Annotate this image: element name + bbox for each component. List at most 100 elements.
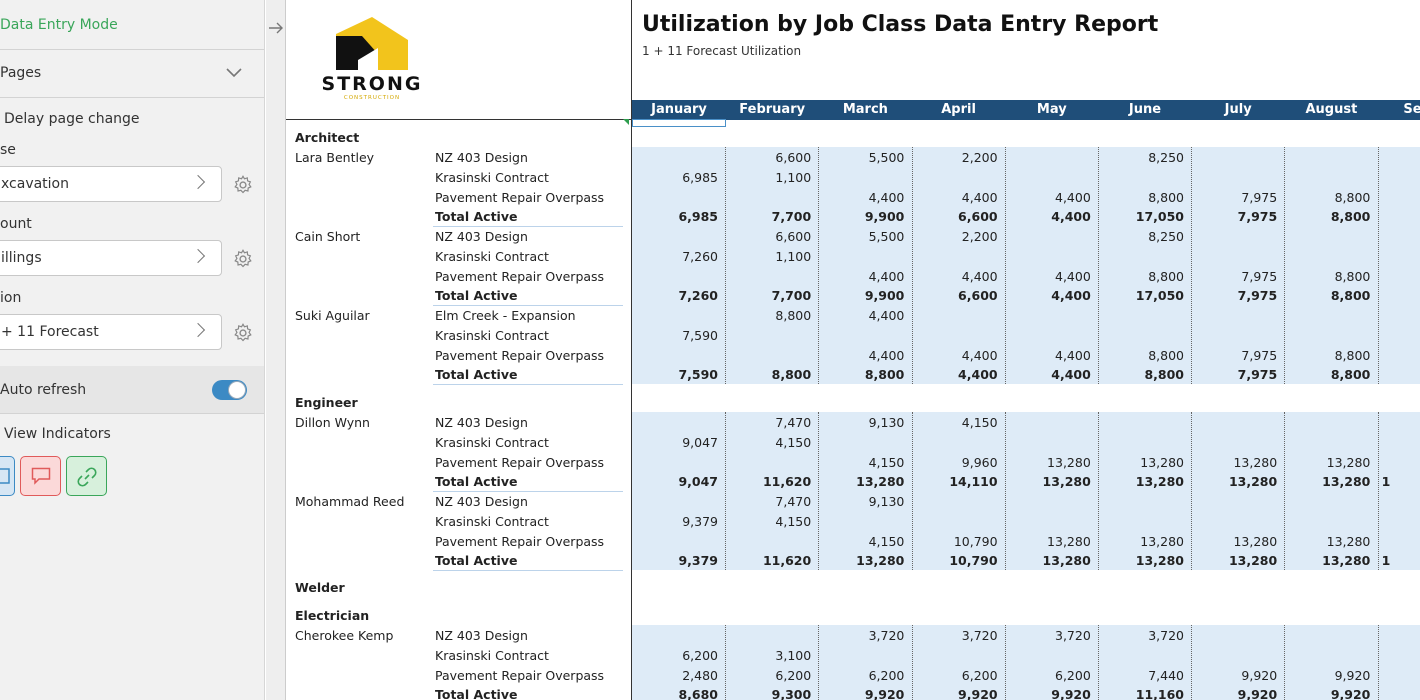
- data-entry-cell[interactable]: 1,100: [726, 249, 811, 264]
- data-entry-cell[interactable]: 7,975: [1192, 190, 1277, 205]
- version-select[interactable]: + 11 Forecast: [0, 314, 222, 350]
- indicator-comment-button[interactable]: [20, 456, 61, 496]
- report-canvas: STRONG CONSTRUCTION Utilization by Job C…: [286, 0, 1420, 700]
- data-entry-cell[interactable]: 9,130: [819, 415, 905, 430]
- data-entry-cell[interactable]: 4,400: [1006, 190, 1091, 205]
- data-entry-cell[interactable]: 9,960: [913, 455, 998, 470]
- data-entry-cell[interactable]: 8,800: [1285, 348, 1371, 363]
- indicator-box-button[interactable]: [0, 456, 15, 496]
- data-entry-cell[interactable]: 3,720: [913, 628, 998, 643]
- total-cell: 7,975: [1237, 209, 1278, 225]
- gear-icon[interactable]: [232, 322, 254, 344]
- gear-icon[interactable]: [232, 248, 254, 270]
- data-entry-cell[interactable]: 13,280: [1192, 534, 1277, 549]
- data-entry-cell[interactable]: 4,150: [819, 534, 905, 549]
- data-entry-cell[interactable]: 4,150: [819, 455, 905, 470]
- column-divider: [1377, 147, 1379, 384]
- total-cell: 8,800: [864, 367, 905, 383]
- data-entry-cell[interactable]: 6,200: [633, 648, 718, 663]
- auto-refresh-toggle[interactable]: [212, 380, 247, 400]
- total-active-label: Total Active: [435, 288, 518, 304]
- data-entry-cell[interactable]: 4,400: [913, 348, 998, 363]
- data-entry-cell[interactable]: 4,400: [819, 269, 905, 284]
- data-entry-cell[interactable]: 5,500: [819, 229, 905, 244]
- data-entry-cell[interactable]: 13,280: [1099, 534, 1184, 549]
- data-entry-cell[interactable]: 8,250: [1099, 150, 1184, 165]
- data-entry-cell[interactable]: 8,800: [1099, 348, 1184, 363]
- data-entry-mode-link[interactable]: Data Entry Mode: [0, 17, 264, 33]
- data-entry-cell[interactable]: 6,200: [819, 668, 905, 683]
- data-entry-cell[interactable]: 13,280: [1006, 455, 1091, 470]
- data-entry-cell[interactable]: 8,800: [1285, 269, 1371, 284]
- data-entry-cell[interactable]: 9,920: [1285, 668, 1371, 683]
- collapse-panel-bar[interactable]: [266, 0, 286, 700]
- row-divider: [433, 384, 623, 386]
- data-entry-cell[interactable]: 4,400: [819, 308, 905, 323]
- gear-icon[interactable]: [232, 174, 254, 196]
- chevron-right-icon: [190, 322, 206, 338]
- data-entry-cell[interactable]: 8,250: [1099, 229, 1184, 244]
- data-entry-cell[interactable]: 13,280: [1285, 455, 1371, 470]
- data-entry-cell[interactable]: 3,720: [1099, 628, 1184, 643]
- total-cell: 13,280: [1042, 474, 1091, 490]
- data-entry-cell[interactable]: 3,720: [1006, 628, 1091, 643]
- total-cell: 6,985: [678, 209, 718, 225]
- data-entry-cell[interactable]: 8,800: [1099, 190, 1184, 205]
- month-header-cell: March: [842, 102, 888, 117]
- total-cell: 9,047: [678, 474, 718, 490]
- data-entry-cell[interactable]: 9,130: [819, 494, 905, 509]
- data-entry-cell[interactable]: 2,200: [913, 150, 998, 165]
- total-cell: 13,280: [1228, 553, 1278, 569]
- data-entry-cell[interactable]: 6,200: [913, 668, 998, 683]
- data-entry-cell[interactable]: 4,400: [819, 348, 905, 363]
- chevron-right-icon: [190, 248, 206, 264]
- delay-page-change-option[interactable]: Delay page change: [0, 111, 264, 127]
- data-entry-cell[interactable]: 4,400: [1006, 269, 1091, 284]
- data-entry-cell[interactable]: 9,920: [1192, 668, 1277, 683]
- svg-text:CONSTRUCTION: CONSTRUCTION: [344, 95, 400, 101]
- pages-section-header[interactable]: Pages: [0, 65, 264, 81]
- data-entry-cell[interactable]: 7,470: [726, 494, 811, 509]
- data-entry-cell[interactable]: 7,590: [633, 328, 718, 343]
- data-entry-cell[interactable]: 3,100: [726, 648, 811, 663]
- selected-cell[interactable]: [632, 119, 726, 127]
- data-entry-cell[interactable]: 5,500: [819, 150, 905, 165]
- data-entry-cell[interactable]: 1,100: [726, 170, 811, 185]
- month-header-cell: April: [941, 102, 976, 117]
- data-entry-cell[interactable]: 9,379: [633, 514, 718, 529]
- data-entry-cell[interactable]: 4,150: [913, 415, 998, 430]
- arrow-right-icon[interactable]: [268, 21, 284, 35]
- data-entry-cell[interactable]: 4,150: [726, 514, 811, 529]
- data-entry-cell[interactable]: 8,800: [1099, 269, 1184, 284]
- data-entry-cell[interactable]: 2,200: [913, 229, 998, 244]
- data-entry-cell[interactable]: 7,260: [633, 249, 718, 264]
- data-entry-cell[interactable]: 7,470: [726, 415, 811, 430]
- data-entry-cell[interactable]: 2,480: [633, 668, 718, 683]
- account-select[interactable]: illings: [0, 240, 222, 276]
- data-entry-cell[interactable]: 13,280: [1099, 455, 1184, 470]
- data-entry-cell[interactable]: 6,200: [726, 668, 811, 683]
- data-entry-cell[interactable]: 4,150: [726, 435, 811, 450]
- data-entry-cell[interactable]: 7,975: [1192, 269, 1277, 284]
- data-entry-cell[interactable]: 13,280: [1192, 455, 1277, 470]
- data-entry-cell[interactable]: 6,600: [726, 150, 811, 165]
- data-entry-cell[interactable]: 4,400: [819, 190, 905, 205]
- data-entry-cell[interactable]: 6,985: [633, 170, 718, 185]
- data-entry-cell[interactable]: 7,975: [1192, 348, 1277, 363]
- data-entry-cell[interactable]: 4,400: [913, 190, 998, 205]
- data-entry-cell[interactable]: 13,280: [1006, 534, 1091, 549]
- data-entry-cell[interactable]: 7,440: [1099, 668, 1184, 683]
- data-entry-cell[interactable]: 6,200: [1006, 668, 1091, 683]
- indicator-link-button[interactable]: [66, 456, 107, 496]
- total-cell: 17,050: [1135, 209, 1184, 225]
- data-entry-cell[interactable]: 4,400: [913, 269, 998, 284]
- data-entry-cell[interactable]: 3,720: [819, 628, 905, 643]
- data-entry-cell[interactable]: 9,047: [633, 435, 718, 450]
- data-entry-cell[interactable]: 8,800: [726, 308, 811, 323]
- data-entry-cell[interactable]: 4,400: [1006, 348, 1091, 363]
- data-entry-cell[interactable]: 6,600: [726, 229, 811, 244]
- data-entry-cell[interactable]: 13,280: [1285, 534, 1371, 549]
- phase-select[interactable]: xcavation: [0, 166, 222, 202]
- data-entry-cell[interactable]: 10,790: [913, 534, 998, 549]
- data-entry-cell[interactable]: 8,800: [1285, 190, 1371, 205]
